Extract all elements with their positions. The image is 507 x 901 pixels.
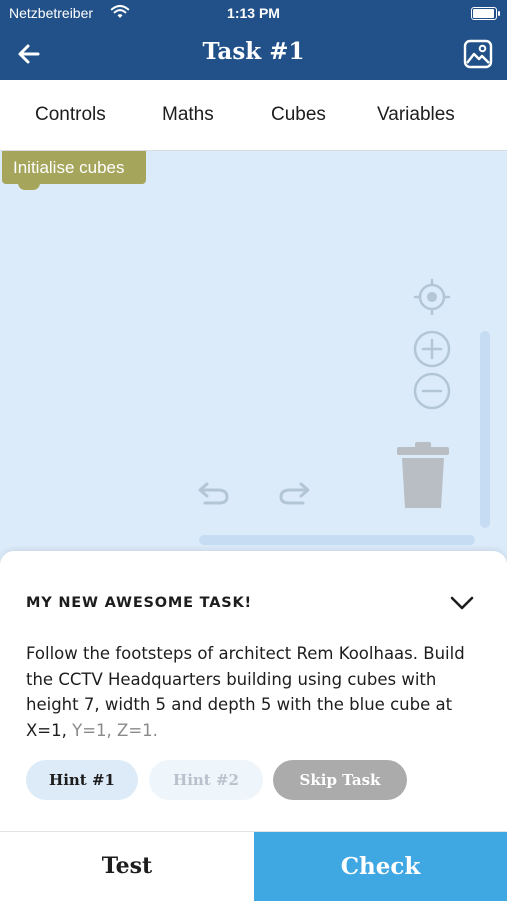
page-title: Task #1 <box>202 38 305 65</box>
task-title: MY NEW AWESOME TASK! <box>26 595 252 611</box>
initialise-cubes-block[interactable]: Initialise cubes <box>2 151 146 190</box>
task-description: Follow the footsteps of architect Rem Ko… <box>26 641 488 743</box>
task-panel: MY NEW AWESOME TASK! Follow the footstep… <box>0 551 507 831</box>
check-button[interactable]: Check <box>254 832 507 901</box>
vertical-scrollbar[interactable] <box>480 331 490 528</box>
hint-2-button[interactable]: Hint #2 <box>149 760 263 800</box>
undo-icon[interactable] <box>196 477 232 507</box>
redo-icon[interactable] <box>276 477 312 507</box>
blocks-workspace[interactable]: Initialise cubes <box>0 151 507 571</box>
trash-icon[interactable] <box>395 440 451 510</box>
horizontal-scrollbar[interactable] <box>199 535 475 545</box>
block-label: Initialise cubes <box>13 158 125 177</box>
task-description-faded: Y=1, Z=1. <box>72 720 158 740</box>
zoom-out-icon[interactable] <box>412 371 452 411</box>
tab-controls[interactable]: Controls <box>35 104 106 126</box>
skip-task-button[interactable]: Skip Task <box>273 760 407 800</box>
tab-cubes[interactable]: Cubes <box>271 104 326 126</box>
battery-icon <box>471 7 500 20</box>
hint-1-button[interactable]: Hint #1 <box>26 760 138 800</box>
chevron-down-icon[interactable] <box>449 593 475 613</box>
category-tabs: Controls Maths Cubes Variables <box>0 80 507 151</box>
zoom-in-icon[interactable] <box>412 329 452 369</box>
recenter-icon[interactable] <box>412 277 452 317</box>
tab-maths[interactable]: Maths <box>162 104 214 126</box>
status-bar: Netzbetreiber 1:13 PM <box>0 0 507 28</box>
battery-level <box>473 9 494 18</box>
block-connector <box>18 183 40 190</box>
status-time: 1:13 PM <box>227 5 280 21</box>
image-icon[interactable] <box>462 38 494 70</box>
tab-variables[interactable]: Variables <box>377 104 455 126</box>
nav-bar: Task #1 <box>0 28 507 80</box>
bottom-action-bar: Test Check <box>0 831 507 901</box>
test-button[interactable]: Test <box>0 832 254 901</box>
